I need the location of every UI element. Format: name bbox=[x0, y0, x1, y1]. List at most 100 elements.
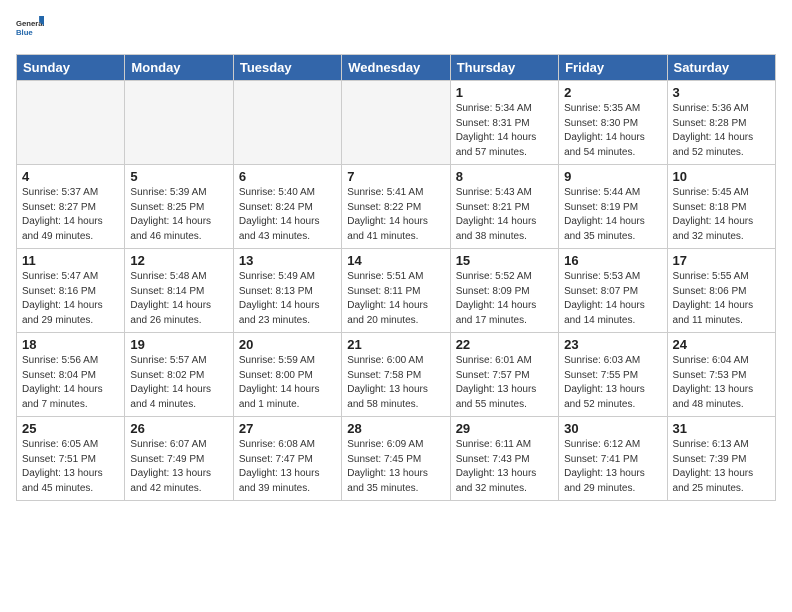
day-number: 13 bbox=[239, 253, 336, 268]
day-info: Sunrise: 6:11 AMSunset: 7:43 PMDaylight:… bbox=[456, 438, 553, 496]
day-info: Sunrise: 5:35 AMSunset: 8:30 PMDaylight:… bbox=[564, 102, 661, 160]
day-number: 27 bbox=[239, 421, 336, 436]
day-number: 12 bbox=[130, 253, 227, 268]
day-info: Sunrise: 5:37 AMSunset: 8:27 PMDaylight:… bbox=[22, 186, 119, 244]
day-info: Sunrise: 5:48 AMSunset: 8:14 PMDaylight:… bbox=[130, 270, 227, 328]
day-info: Sunrise: 5:39 AMSunset: 8:25 PMDaylight:… bbox=[130, 186, 227, 244]
day-info: Sunrise: 5:45 AMSunset: 8:18 PMDaylight:… bbox=[673, 186, 770, 244]
day-info: Sunrise: 6:00 AMSunset: 7:58 PMDaylight:… bbox=[347, 354, 444, 412]
weekday-header-sunday: Sunday bbox=[17, 55, 125, 81]
calendar-cell: 8Sunrise: 5:43 AMSunset: 8:21 PMDaylight… bbox=[450, 165, 558, 249]
day-info: Sunrise: 5:57 AMSunset: 8:02 PMDaylight:… bbox=[130, 354, 227, 412]
day-number: 2 bbox=[564, 85, 661, 100]
day-number: 23 bbox=[564, 337, 661, 352]
calendar-cell: 9 Sunrise: 5:44 AMSunset: 8:19 PMDaylight… bbox=[559, 165, 667, 249]
day-number: 15 bbox=[456, 253, 553, 268]
calendar-cell: 10 Sunrise: 5:45 AMSunset: 8:18 PMDayligh… bbox=[667, 165, 775, 249]
logo: General Blue bbox=[16, 16, 44, 44]
day-info: Sunrise: 5:36 AMSunset: 8:28 PMDaylight:… bbox=[673, 102, 770, 160]
calendar-cell: 27 Sunrise: 6:08 AMSunset: 7:47 PMDayligh… bbox=[233, 417, 341, 501]
day-info: Sunrise: 5:44 AMSunset: 8:19 PMDaylight:… bbox=[564, 186, 661, 244]
calendar-cell: 3 Sunrise: 5:36 AMSunset: 8:28 PMDaylight… bbox=[667, 81, 775, 165]
calendar-cell: 30 Sunrise: 6:12 AMSunset: 7:41 PMDayligh… bbox=[559, 417, 667, 501]
day-number: 21 bbox=[347, 337, 444, 352]
calendar-cell: 19 Sunrise: 5:57 AMSunset: 8:02 PMDayligh… bbox=[125, 333, 233, 417]
calendar-cell: 2 Sunrise: 5:35 AMSunset: 8:30 PMDaylight… bbox=[559, 81, 667, 165]
page-header: General Blue bbox=[16, 16, 776, 44]
day-number: 7 bbox=[347, 169, 444, 184]
day-info: Sunrise: 5:40 AMSunset: 8:24 PMDaylight:… bbox=[239, 186, 336, 244]
day-number: 19 bbox=[130, 337, 227, 352]
calendar-cell: 24 Sunrise: 6:04 AMSunset: 7:53 PMDayligh… bbox=[667, 333, 775, 417]
calendar-table: SundayMondayTuesdayWednesdayThursdayFrid… bbox=[16, 54, 776, 501]
week-row-4: 18Sunrise: 5:56 AMSunset: 8:04 PMDayligh… bbox=[17, 333, 776, 417]
calendar-cell: 20 Sunrise: 5:59 AMSunset: 8:00 PMDayligh… bbox=[233, 333, 341, 417]
day-number: 6 bbox=[239, 169, 336, 184]
calendar-cell: 14Sunrise: 5:51 AMSunset: 8:11 PMDayligh… bbox=[342, 249, 450, 333]
calendar-cell: 23Sunrise: 6:03 AMSunset: 7:55 PMDayligh… bbox=[559, 333, 667, 417]
calendar-cell: 28Sunrise: 6:09 AMSunset: 7:45 PMDayligh… bbox=[342, 417, 450, 501]
calendar-cell: 17 Sunrise: 5:55 AMSunset: 8:06 PMDayligh… bbox=[667, 249, 775, 333]
day-info: Sunrise: 6:01 AMSunset: 7:57 PMDaylight:… bbox=[456, 354, 553, 412]
day-number: 25 bbox=[22, 421, 119, 436]
day-number: 29 bbox=[456, 421, 553, 436]
svg-text:Blue: Blue bbox=[16, 28, 33, 37]
day-number: 10 bbox=[673, 169, 770, 184]
calendar-cell: 5 Sunrise: 5:39 AMSunset: 8:25 PMDaylight… bbox=[125, 165, 233, 249]
day-info: Sunrise: 5:34 AMSunset: 8:31 PMDaylight:… bbox=[456, 102, 553, 160]
day-info: Sunrise: 5:53 AMSunset: 8:07 PMDaylight:… bbox=[564, 270, 661, 328]
day-number: 30 bbox=[564, 421, 661, 436]
day-number: 26 bbox=[130, 421, 227, 436]
day-info: Sunrise: 5:51 AMSunset: 8:11 PMDaylight:… bbox=[347, 270, 444, 328]
weekday-header-wednesday: Wednesday bbox=[342, 55, 450, 81]
calendar-cell: 13Sunrise: 5:49 AMSunset: 8:13 PMDayligh… bbox=[233, 249, 341, 333]
calendar-cell: 31Sunrise: 6:13 AMSunset: 7:39 PMDayligh… bbox=[667, 417, 775, 501]
week-row-3: 11 Sunrise: 5:47 AMSunset: 8:16 PMDayligh… bbox=[17, 249, 776, 333]
day-info: Sunrise: 5:41 AMSunset: 8:22 PMDaylight:… bbox=[347, 186, 444, 244]
calendar-cell: 16 Sunrise: 5:53 AMSunset: 8:07 PMDayligh… bbox=[559, 249, 667, 333]
calendar-cell: 22 Sunrise: 6:01 AMSunset: 7:57 PMDayligh… bbox=[450, 333, 558, 417]
day-number: 4 bbox=[22, 169, 119, 184]
weekday-header-saturday: Saturday bbox=[667, 55, 775, 81]
day-info: Sunrise: 5:47 AMSunset: 8:16 PMDaylight:… bbox=[22, 270, 119, 328]
calendar-cell: 12 Sunrise: 5:48 AMSunset: 8:14 PMDayligh… bbox=[125, 249, 233, 333]
week-row-5: 25 Sunrise: 6:05 AMSunset: 7:51 PMDayligh… bbox=[17, 417, 776, 501]
day-info: Sunrise: 6:04 AMSunset: 7:53 PMDaylight:… bbox=[673, 354, 770, 412]
calendar-cell bbox=[17, 81, 125, 165]
day-info: Sunrise: 6:07 AMSunset: 7:49 PMDaylight:… bbox=[130, 438, 227, 496]
calendar-cell: 15 Sunrise: 5:52 AMSunset: 8:09 PMDayligh… bbox=[450, 249, 558, 333]
day-number: 16 bbox=[564, 253, 661, 268]
calendar-cell: 21 Sunrise: 6:00 AMSunset: 7:58 PMDayligh… bbox=[342, 333, 450, 417]
weekday-header-friday: Friday bbox=[559, 55, 667, 81]
calendar-cell bbox=[125, 81, 233, 165]
calendar-cell: 25 Sunrise: 6:05 AMSunset: 7:51 PMDayligh… bbox=[17, 417, 125, 501]
day-number: 1 bbox=[456, 85, 553, 100]
day-number: 22 bbox=[456, 337, 553, 352]
week-row-2: 4 Sunrise: 5:37 AMSunset: 8:27 PMDaylight… bbox=[17, 165, 776, 249]
day-number: 3 bbox=[673, 85, 770, 100]
day-number: 18 bbox=[22, 337, 119, 352]
day-info: Sunrise: 5:59 AMSunset: 8:00 PMDaylight:… bbox=[239, 354, 336, 412]
day-info: Sunrise: 5:55 AMSunset: 8:06 PMDaylight:… bbox=[673, 270, 770, 328]
calendar-cell: 29 Sunrise: 6:11 AMSunset: 7:43 PMDayligh… bbox=[450, 417, 558, 501]
day-number: 17 bbox=[673, 253, 770, 268]
calendar-cell: 7 Sunrise: 5:41 AMSunset: 8:22 PMDaylight… bbox=[342, 165, 450, 249]
week-row-1: 1 Sunrise: 5:34 AMSunset: 8:31 PMDaylight… bbox=[17, 81, 776, 165]
day-number: 11 bbox=[22, 253, 119, 268]
calendar-cell bbox=[342, 81, 450, 165]
calendar-cell: 26 Sunrise: 6:07 AMSunset: 7:49 PMDayligh… bbox=[125, 417, 233, 501]
weekday-header-tuesday: Tuesday bbox=[233, 55, 341, 81]
day-number: 24 bbox=[673, 337, 770, 352]
day-info: Sunrise: 6:05 AMSunset: 7:51 PMDaylight:… bbox=[22, 438, 119, 496]
weekday-header-row: SundayMondayTuesdayWednesdayThursdayFrid… bbox=[17, 55, 776, 81]
calendar-cell: 1 Sunrise: 5:34 AMSunset: 8:31 PMDaylight… bbox=[450, 81, 558, 165]
logo-icon: General Blue bbox=[16, 16, 44, 44]
day-info: Sunrise: 5:52 AMSunset: 8:09 PMDaylight:… bbox=[456, 270, 553, 328]
day-number: 5 bbox=[130, 169, 227, 184]
day-info: Sunrise: 6:08 AMSunset: 7:47 PMDaylight:… bbox=[239, 438, 336, 496]
day-number: 20 bbox=[239, 337, 336, 352]
day-info: Sunrise: 6:12 AMSunset: 7:41 PMDaylight:… bbox=[564, 438, 661, 496]
weekday-header-thursday: Thursday bbox=[450, 55, 558, 81]
day-number: 9 bbox=[564, 169, 661, 184]
calendar-cell: 6 Sunrise: 5:40 AMSunset: 8:24 PMDaylight… bbox=[233, 165, 341, 249]
